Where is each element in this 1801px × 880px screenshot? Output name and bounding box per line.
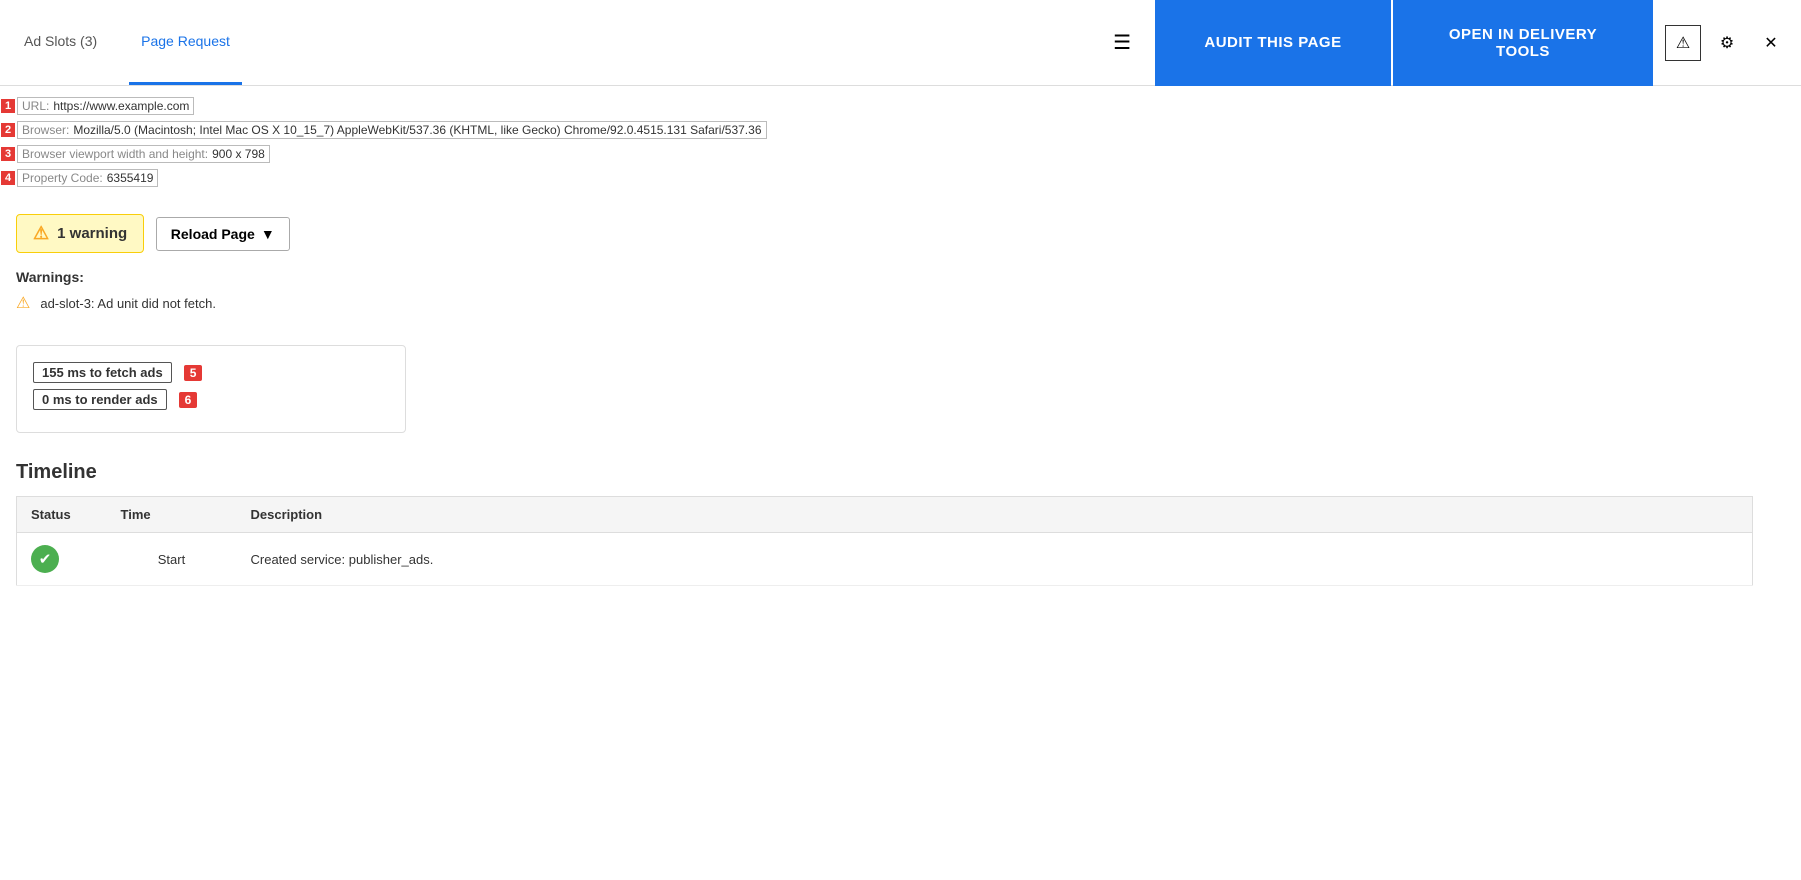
timeline-table: Status Time Description ✔ Start Created … bbox=[16, 496, 1753, 586]
browser-value: Mozilla/5.0 (Macintosh; Intel Mac OS X 1… bbox=[73, 123, 761, 137]
warning-bar[interactable]: ⚠ 1 warning bbox=[16, 214, 144, 253]
info-section: 1 URL: https://www.example.com 2 Browser… bbox=[0, 86, 1801, 190]
stat-fetch-badge: 5 bbox=[184, 365, 203, 381]
info-row-2: 2 Browser: Mozilla/5.0 (Macintosh; Intel… bbox=[0, 118, 1789, 142]
info-row-4-content: Property Code: 6355419 bbox=[17, 169, 158, 187]
tab-ad-slots[interactable]: Ad Slots (3) bbox=[12, 0, 109, 85]
stat-render-badge: 6 bbox=[179, 392, 198, 408]
status-check-icon: ✔ bbox=[31, 545, 59, 573]
property-code-label: Property Code: bbox=[22, 171, 103, 185]
reload-page-button[interactable]: Reload Page ▼ bbox=[156, 217, 290, 251]
timeline-table-body: ✔ Start Created service: publisher_ads. bbox=[17, 533, 1753, 586]
settings-icon-button[interactable]: ⚙ bbox=[1709, 25, 1745, 61]
open-in-delivery-tools-button[interactable]: OPEN IN DELIVERY TOOLS bbox=[1393, 0, 1653, 86]
info-row-1: 1 URL: https://www.example.com bbox=[0, 94, 1789, 118]
stat-fetch-num: 155 bbox=[42, 365, 64, 380]
warning-count: 1 warning bbox=[57, 225, 127, 242]
table-cell-description: Created service: publisher_ads. bbox=[237, 533, 1753, 586]
row-number-2: 2 bbox=[1, 123, 15, 137]
info-row-3: 3 Browser viewport width and height: 900… bbox=[0, 142, 1789, 166]
table-cell-time: Start bbox=[107, 533, 237, 586]
row-number-1: 1 bbox=[1, 99, 15, 113]
warnings-title: Warnings: bbox=[16, 269, 1785, 285]
info-row-2-content: Browser: Mozilla/5.0 (Macintosh; Intel M… bbox=[17, 121, 767, 139]
header: Ad Slots (3) Page Request ☰ AUDIT THIS P… bbox=[0, 0, 1801, 86]
warning-section: ⚠ 1 warning Reload Page ▼ bbox=[0, 190, 1801, 269]
timeline-section: Timeline Status Time Description ✔ Start… bbox=[0, 445, 1801, 602]
col-header-status: Status bbox=[17, 497, 107, 533]
property-code-value: 6355419 bbox=[107, 171, 154, 185]
table-row: ✔ Start Created service: publisher_ads. bbox=[17, 533, 1753, 586]
tab-page-request[interactable]: Page Request bbox=[129, 0, 242, 85]
row-number-3: 3 bbox=[1, 147, 15, 161]
viewport-label: Browser viewport width and height: bbox=[22, 147, 208, 161]
stat-fetch-text: ms to fetch ads bbox=[67, 365, 162, 380]
header-icons: ⚠ ⚙ ✕ bbox=[1665, 25, 1789, 61]
warning-item-icon-1: ⚠ bbox=[16, 293, 30, 313]
audit-this-page-button[interactable]: AUDIT THIS PAGE bbox=[1155, 0, 1391, 86]
tab-bar: Ad Slots (3) Page Request bbox=[12, 0, 242, 85]
comment-icon: ⚠ bbox=[1676, 33, 1690, 53]
timeline-title: Timeline bbox=[16, 461, 1785, 484]
hamburger-button[interactable]: ☰ bbox=[1105, 22, 1139, 63]
browser-label: Browser: bbox=[22, 123, 69, 137]
close-icon-button[interactable]: ✕ bbox=[1753, 25, 1789, 61]
warning-item-text-1: ad-slot-3: Ad unit did not fetch. bbox=[40, 296, 216, 311]
timeline-table-header: Status Time Description bbox=[17, 497, 1753, 533]
warnings-block: Warnings: ⚠ ad-slot-3: Ad unit did not f… bbox=[0, 269, 1801, 333]
stat-row-2: 0 ms to render ads 6 bbox=[33, 389, 389, 410]
col-header-time: Time bbox=[107, 497, 237, 533]
reload-page-chevron-icon: ▼ bbox=[261, 226, 275, 242]
stat-render-text: ms to render ads bbox=[53, 392, 158, 407]
stat-render-num: 0 bbox=[42, 392, 49, 407]
close-icon: ✕ bbox=[1764, 33, 1777, 53]
stat-fetch-label: 155 ms to fetch ads bbox=[33, 362, 172, 383]
gear-icon: ⚙ bbox=[1720, 33, 1734, 53]
url-value: https://www.example.com bbox=[53, 99, 189, 113]
stats-box: 155 ms to fetch ads 5 0 ms to render ads… bbox=[16, 345, 406, 433]
viewport-value: 900 x 798 bbox=[212, 147, 265, 161]
row-number-4: 4 bbox=[1, 171, 15, 185]
stat-row-1: 155 ms to fetch ads 5 bbox=[33, 362, 389, 383]
comment-icon-button[interactable]: ⚠ bbox=[1665, 25, 1701, 61]
info-row-4: 4 Property Code: 6355419 bbox=[0, 166, 1789, 190]
warning-item-1: ⚠ ad-slot-3: Ad unit did not fetch. bbox=[16, 293, 1785, 313]
url-label: URL: bbox=[22, 99, 49, 113]
info-row-1-content: URL: https://www.example.com bbox=[17, 97, 194, 115]
info-row-3-content: Browser viewport width and height: 900 x… bbox=[17, 145, 270, 163]
stat-render-label: 0 ms to render ads bbox=[33, 389, 167, 410]
warning-bar-icon: ⚠ bbox=[33, 223, 49, 244]
table-cell-status: ✔ bbox=[17, 533, 107, 586]
reload-page-label: Reload Page bbox=[171, 226, 255, 242]
col-header-description: Description bbox=[237, 497, 1753, 533]
